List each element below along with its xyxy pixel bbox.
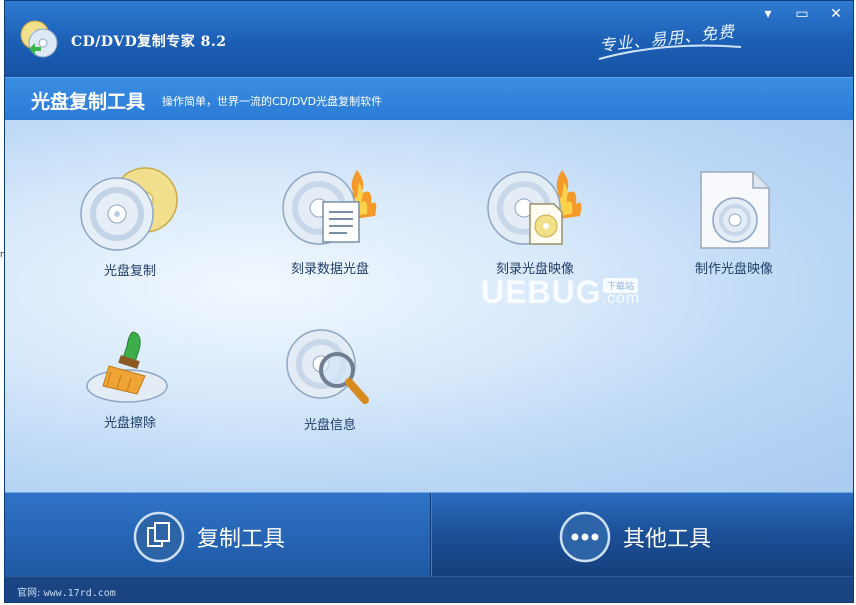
burn-disc-image-icon	[487, 170, 582, 245]
tool-label: 光盘信息	[303, 418, 356, 433]
slogan-swoosh	[598, 44, 742, 60]
app-logo-icon	[20, 20, 58, 58]
tool-label: 刻录数据光盘	[290, 262, 369, 277]
title-bar: CD/DVD复制专家 8.2 专业、易用、免费 ▾ ▭ ✕	[5, 1, 853, 77]
tool-disc-copy[interactable]: 光盘复制	[55, 164, 205, 279]
disc-info-icon	[286, 329, 369, 404]
tab-other-tools[interactable]: 其他工具	[431, 493, 853, 577]
bottom-nav: 复制工具 其他工具	[5, 492, 853, 577]
tool-burn-data-disc[interactable]: 刻录数据光盘	[255, 164, 405, 277]
tool-label: 光盘擦除	[103, 416, 156, 431]
tab-copy-tools[interactable]: 复制工具	[5, 493, 430, 577]
disc-erase-icon	[86, 331, 168, 403]
more-tools-icon	[559, 511, 611, 563]
make-disc-image-icon	[700, 171, 770, 249]
disc-copy-icon	[80, 167, 178, 251]
restore-button[interactable]: ▭	[791, 5, 813, 23]
website-text: 官网: www.17rd.com	[17, 588, 116, 599]
header-band: 光盘复制工具 操作简单，世界一流的CD/DVD光盘复制软件	[5, 77, 853, 121]
tool-label: 制作光盘映像	[694, 262, 773, 277]
tool-disc-erase[interactable]: 光盘擦除	[55, 328, 205, 431]
tab-label: 其他工具	[623, 527, 712, 552]
tool-burn-disc-image[interactable]: 刻录光盘映像	[460, 164, 610, 277]
tool-disc-info[interactable]: 光盘信息	[255, 326, 405, 433]
minimize-button[interactable]: ▾	[757, 5, 779, 23]
burn-data-disc-icon	[282, 170, 377, 245]
website-link[interactable]: www.17rd.com	[44, 588, 116, 599]
app-window: CD/DVD复制专家 8.2 专业、易用、免费 ▾ ▭ ✕ 光盘复制工具 操作简…	[4, 0, 854, 603]
app-title: CD/DVD复制专家 8.2	[71, 34, 227, 50]
page-title: 光盘复制工具	[31, 91, 146, 113]
close-button[interactable]: ✕	[825, 5, 847, 23]
tab-label: 复制工具	[197, 527, 286, 552]
watermark-badge: 下载站	[603, 278, 639, 293]
status-bar: 官网: www.17rd.com	[5, 576, 853, 602]
tool-make-disc-image[interactable]: 制作光盘映像	[659, 168, 809, 277]
tools-panel: 光盘复制 刻录数据光盘 刻录光盘映像 制作光盘映像 光盘擦除 光盘信息 UEBU…	[5, 120, 853, 492]
copy-tools-icon	[133, 511, 185, 563]
page-subtitle: 操作简单，世界一流的CD/DVD光盘复制软件	[162, 95, 383, 108]
tool-label: 光盘复制	[103, 264, 156, 279]
